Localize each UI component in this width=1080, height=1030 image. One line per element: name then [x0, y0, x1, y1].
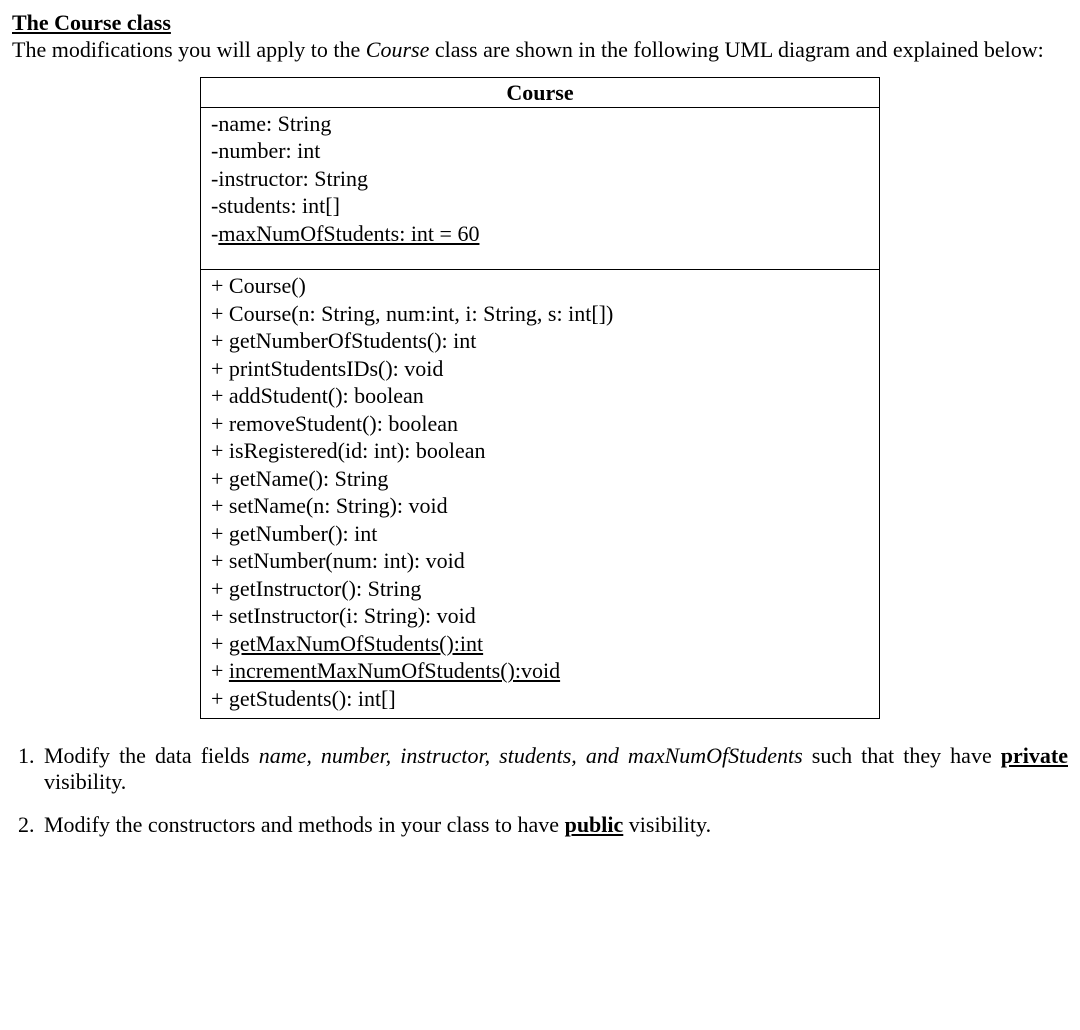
uml-separator	[201, 253, 879, 270]
li-text: visibility.	[44, 769, 126, 794]
intro-text-pre: The modifications you will apply to the	[12, 37, 366, 62]
uml-method: + isRegistered(id: int): boolean	[211, 437, 869, 465]
uml-attributes: -name: String -number: int -instructor: …	[201, 108, 879, 254]
uml-method: + getInstructor(): String	[211, 575, 869, 603]
uml-class-box: Course -name: String -number: int -instr…	[200, 77, 880, 720]
uml-method: + addStudent(): boolean	[211, 382, 869, 410]
uml-attr: -instructor: String	[211, 165, 869, 193]
uml-method: + getNumberOfStudents(): int	[211, 327, 869, 355]
list-item: Modify the data fields name, number, ins…	[40, 743, 1068, 794]
li-keyword: public	[565, 812, 624, 837]
uml-method: + Course(n: String, num:int, i: String, …	[211, 300, 869, 328]
uml-attr: -students: int[]	[211, 192, 869, 220]
uml-method-prefix: +	[211, 658, 229, 683]
uml-method-static: + getMaxNumOfStudents():int	[211, 630, 869, 658]
uml-method: + removeStudent(): boolean	[211, 410, 869, 438]
li-text: such that they have	[803, 743, 1001, 768]
uml-method: + Course()	[211, 272, 869, 300]
intro-text-post: class are shown in the following UML dia…	[429, 37, 1043, 62]
uml-method-static: + incrementMaxNumOfStudents():void	[211, 657, 869, 685]
uml-method: + setNumber(num: int): void	[211, 547, 869, 575]
uml-diagram-container: Course -name: String -number: int -instr…	[12, 77, 1068, 720]
uml-method: + setInstructor(i: String): void	[211, 602, 869, 630]
uml-attr: -number: int	[211, 137, 869, 165]
li-text: Modify the constructors and methods in y…	[44, 812, 565, 837]
uml-attr-static-text: maxNumOfStudents: int = 60	[218, 221, 479, 246]
intro-paragraph: The modifications you will apply to the …	[12, 37, 1068, 62]
uml-method-static-text: incrementMaxNumOfStudents():void	[229, 658, 560, 683]
uml-method: + printStudentsIDs(): void	[211, 355, 869, 383]
instruction-list: Modify the data fields name, number, ins…	[12, 743, 1068, 837]
uml-method: + getName(): String	[211, 465, 869, 493]
uml-methods: + Course() + Course(n: String, num:int, …	[201, 270, 879, 718]
uml-method: + getNumber(): int	[211, 520, 869, 548]
uml-attr: -name: String	[211, 110, 869, 138]
uml-method-static-text: getMaxNumOfStudents():int	[229, 631, 483, 656]
li-fields: name, number, instructor, students, and …	[259, 743, 803, 768]
uml-attr-static: -maxNumOfStudents: int = 60	[211, 220, 869, 248]
uml-method-prefix: +	[211, 631, 229, 656]
uml-method: + setName(n: String): void	[211, 492, 869, 520]
li-keyword: private	[1001, 743, 1068, 768]
uml-class-name: Course	[201, 78, 879, 108]
intro-course-name: Course	[366, 37, 430, 62]
li-text: Modify the data fields	[44, 743, 259, 768]
section-heading: The Course class	[12, 10, 1068, 35]
uml-method: + getStudents(): int[]	[211, 685, 869, 713]
li-text: visibility.	[623, 812, 711, 837]
list-item: Modify the constructors and methods in y…	[40, 812, 1068, 837]
